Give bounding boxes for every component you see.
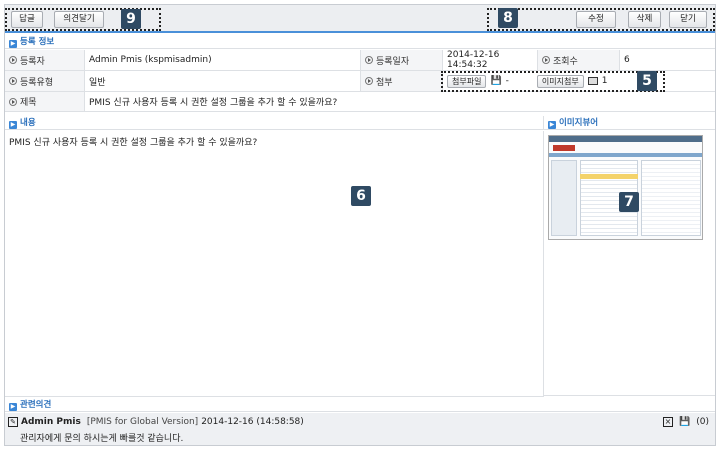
opinion-text: 관리자에게 문의 하시는게 빠를것 같습니다. (20, 434, 184, 444)
opinion-datetime: 2014-12-16 (14:58:58) (201, 417, 304, 427)
bullet-icon (9, 56, 17, 64)
reg-date-label-cell: 등록일자 (361, 50, 443, 70)
reg-date-value-cell: 2014-12-16 14:54:32 (443, 50, 538, 70)
bullet-icon (542, 56, 550, 64)
registrant-value-cell: Admin Pmis (kspmisadmin) (85, 50, 361, 70)
delete-icon[interactable]: × (663, 417, 674, 427)
reg-date-label: 등록일자 (376, 56, 410, 67)
attachment-label-cell: 첨부 (361, 71, 443, 91)
title-label-cell: 제목 (5, 92, 85, 111)
title-value: PMIS 신규 사용자 등록 시 권한 설정 그룹을 추가 할 수 있을까요? (89, 98, 338, 108)
related-opinions-header: ▶ 관련의견 (5, 398, 715, 412)
image-viewer-header: ▶ 이미지뷰어 (544, 116, 715, 130)
title-label: 제목 (20, 98, 37, 108)
opinion-item: ✎ Admin Pmis [PMIS for Global Version] 2… (5, 413, 715, 445)
reg-type-label: 등록유형 (20, 77, 54, 88)
chevron-right-icon: ▶ (548, 121, 556, 129)
title-value-cell: PMIS 신규 사용자 등록 시 권한 설정 그룹을 추가 할 수 있을까요? (85, 92, 715, 111)
related-opinions-title: 관련의견 (20, 400, 52, 410)
chevron-right-icon: ▶ (9, 40, 17, 48)
bullet-icon (365, 56, 373, 64)
registrant-value: Admin Pmis (kspmisadmin) (89, 55, 212, 65)
opinion-meta: ✎ Admin Pmis [PMIS for Global Version] 2… (8, 417, 304, 427)
registrant-label: 등록자 (20, 56, 45, 67)
register-info-header: ▶ 등록 정보 (5, 35, 715, 49)
annotation-box-5 (441, 71, 665, 92)
info-row-3: 제목 PMIS 신규 사용자 등록 시 권한 설정 그룹을 추가 할 수 있을까… (5, 92, 715, 112)
opinion-version: [PMIS for Global Version] (86, 417, 199, 427)
annotation-badge-8: 8 (498, 8, 518, 28)
content-text: PMIS 신규 사용자 등록 시 권한 설정 그룹을 추가 할 수 있을까요? (9, 138, 258, 148)
content-header: ▶ 내용 (5, 116, 544, 130)
reg-type-value-cell: 일반 (85, 71, 361, 91)
info-row-1: 등록자 Admin Pmis (kspmisadmin) 등록일자 2014-1… (5, 50, 715, 71)
reg-date-value: 2014-12-16 14:54:32 (447, 50, 500, 70)
content-bottom-divider (5, 396, 544, 397)
image-viewer-title: 이미지뷰어 (559, 118, 599, 128)
views-label-cell: 조회수 (538, 50, 620, 70)
image-viewer-panel (544, 131, 715, 396)
views-value: 6 (624, 55, 630, 65)
opinion-author: Admin Pmis (21, 417, 81, 427)
annotation-badge-9: 9 (121, 9, 141, 29)
opinion-attach-count: (0) (696, 417, 709, 427)
register-info-title: 등록 정보 (20, 37, 55, 47)
views-value-cell: 6 (620, 50, 715, 70)
annotation-badge-6: 6 (351, 186, 371, 206)
chevron-right-icon: ▶ (9, 403, 17, 411)
floppy-icon[interactable]: 💾 (679, 417, 690, 427)
reg-type-value: 일반 (89, 77, 106, 88)
reg-type-label-cell: 등록유형 (5, 71, 85, 91)
bullet-icon (365, 77, 373, 85)
registrant-label-cell: 등록자 (5, 50, 85, 70)
chevron-right-icon: ▶ (9, 121, 17, 129)
opinion-actions: × 💾 (0) (663, 417, 709, 427)
content-title: 내용 (20, 118, 36, 128)
bullet-icon (9, 97, 17, 106)
annotation-badge-5: 5 (637, 71, 657, 91)
attachment-label: 첨부 (376, 77, 393, 88)
edit-icon[interactable]: ✎ (8, 417, 18, 427)
detail-window: 답글 의견달기 수정 삭제 닫기 9 8 ▶ 등록 정보 등록자 Admin Pm… (4, 4, 716, 446)
views-label: 조회수 (553, 56, 578, 67)
annotation-box-8 (487, 8, 715, 31)
bullet-icon (9, 77, 17, 85)
content-body: PMIS 신규 사용자 등록 시 권한 설정 그룹을 추가 할 수 있을까요? (5, 131, 544, 396)
